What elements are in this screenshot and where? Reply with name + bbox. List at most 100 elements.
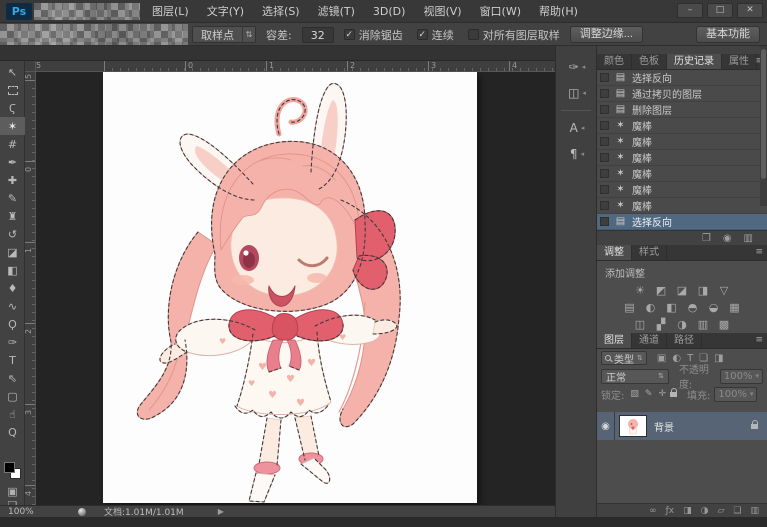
tool-button[interactable]: ◧	[0, 261, 25, 279]
menu-item[interactable]: 帮助(H)	[530, 0, 587, 23]
history-source-well[interactable]	[600, 89, 609, 98]
history-footer-button[interactable]: ❐	[702, 233, 711, 244]
history-state-row[interactable]: ✶ 魔棒	[597, 198, 767, 214]
layer-name[interactable]: 背景	[654, 419, 751, 434]
adjustment-button[interactable]: ◓	[686, 301, 700, 314]
lock-all-icon[interactable]	[669, 387, 677, 397]
brush-panel-button[interactable]: ✑ ◂	[556, 54, 598, 80]
tool-button[interactable]: ↺	[0, 225, 25, 243]
lock-option-button[interactable]: ▨	[630, 389, 639, 399]
clone-source-panel-button[interactable]: ◫ ◂	[556, 80, 598, 106]
history-source-well[interactable]	[600, 201, 609, 210]
panel-tab[interactable]: 属性	[722, 54, 757, 69]
history-footer-button[interactable]: ▥	[744, 233, 753, 244]
history-footer-button[interactable]: ◉	[723, 233, 732, 244]
history-state-row[interactable]: ▤ 选择反向	[597, 70, 767, 86]
tool-button[interactable]: ∿	[0, 297, 25, 315]
panel-menu-icon[interactable]: ≡	[755, 335, 763, 345]
window-control-button[interactable]: ✕	[737, 3, 763, 18]
foreground-color-swatch[interactable]	[4, 462, 15, 473]
sample-mode-dropdown[interactable]: 取样点 ⇅	[192, 26, 256, 43]
refine-edge-button[interactable]: 调整边缘...	[569, 26, 643, 43]
window-control-button[interactable]: –	[677, 3, 703, 18]
menu-item[interactable]: 图层(L)	[143, 0, 198, 23]
layers-footer-button[interactable]: ▥	[750, 506, 759, 516]
canvas-area[interactable]: 0 1 2 3 4 5 0 1 2 3 4 5	[25, 61, 555, 505]
panel-tab[interactable]: 历史记录	[667, 54, 722, 69]
menu-item[interactable]: 3D(D)	[364, 0, 415, 23]
option-checkbox[interactable]: 对所有图层取样	[467, 27, 560, 43]
checkbox-icon[interactable]	[416, 29, 428, 40]
menu-item[interactable]: 窗口(W)	[471, 0, 530, 23]
panel-tab[interactable]: 样式	[632, 245, 667, 260]
adjustment-button[interactable]: ◫	[633, 318, 647, 331]
layers-footer-button[interactable]: ▱	[717, 506, 724, 516]
layer-filter-dropdown[interactable]: 类型 ⇅	[601, 351, 647, 366]
layers-footer-button[interactable]: ∞	[649, 506, 657, 516]
history-state-row[interactable]: ✶ 魔棒	[597, 134, 767, 150]
adjustment-button[interactable]: ◒	[707, 301, 721, 314]
layers-footer-button[interactable]: ❑	[733, 506, 741, 516]
tool-button[interactable]: Q	[0, 423, 25, 441]
history-state-row[interactable]: ▤ 选择反向	[597, 214, 767, 230]
tool-button[interactable]: ▢	[0, 387, 25, 405]
tool-button[interactable]: ✎	[0, 189, 25, 207]
adjustment-button[interactable]: ◪	[675, 284, 689, 297]
menu-item[interactable]: 滤镜(T)	[309, 0, 364, 23]
tool-button[interactable]: ♦	[0, 279, 25, 297]
opacity-field[interactable]: 100% ▾	[719, 368, 763, 384]
background-layer-row[interactable]: ◉ 背景	[597, 412, 767, 440]
layers-footer-button[interactable]: ◑	[701, 506, 709, 516]
panel-menu-icon[interactable]: ≡	[755, 247, 763, 257]
scrollbar-thumb[interactable]	[761, 49, 766, 179]
panel-tab[interactable]: 调整	[597, 245, 632, 260]
tool-button[interactable]: ✶	[0, 117, 25, 135]
layers-footer-button[interactable]: ◨	[683, 506, 692, 516]
history-state-row[interactable]: ✶ 魔棒	[597, 118, 767, 134]
history-source-well[interactable]	[600, 217, 609, 226]
panel-tab[interactable]: 颜色	[597, 54, 632, 69]
panel-tab[interactable]: 图层	[597, 333, 632, 348]
layer-visibility-eye-icon[interactable]: ◉	[597, 412, 615, 440]
character-panel-button[interactable]: A ◂	[556, 115, 598, 141]
adjustment-button[interactable]: ▩	[717, 318, 731, 331]
document-canvas[interactable]: ♥ ♥ ♥ ♥ ♥ ♥ ♥ ♥	[103, 72, 477, 503]
lock-option-button[interactable]: ✎	[645, 389, 653, 399]
fill-field[interactable]: 100% ▾	[714, 386, 758, 402]
history-state-row[interactable]: ▤ 通过拷贝的图层	[597, 86, 767, 102]
history-source-well[interactable]	[600, 169, 609, 178]
status-menu-arrow-icon[interactable]: ▶	[218, 507, 224, 516]
tolerance-input[interactable]: 32	[301, 26, 334, 43]
menu-item[interactable]: 文字(Y)	[198, 0, 253, 23]
zoom-level-field[interactable]: 100%	[8, 507, 48, 517]
window-control-button[interactable]: □	[707, 3, 733, 18]
layers-footer-button[interactable]: ƒx	[666, 506, 675, 516]
history-state-row[interactable]: ✶ 魔棒	[597, 150, 767, 166]
menu-item[interactable]: 选择(S)	[253, 0, 309, 23]
history-source-well[interactable]	[600, 153, 609, 162]
adjustment-button[interactable]: ▥	[696, 318, 710, 331]
tool-button[interactable]	[0, 81, 25, 99]
menu-item[interactable]: 视图(V)	[414, 0, 470, 23]
adjustment-button[interactable]: ▦	[728, 301, 742, 314]
option-checkbox[interactable]: 消除锯齿	[343, 27, 403, 43]
tool-button[interactable]: ♜	[0, 207, 25, 225]
adjustment-button[interactable]: ◧	[665, 301, 679, 314]
history-scrollbar[interactable]	[760, 46, 767, 206]
adjustment-button[interactable]: ◩	[654, 284, 668, 297]
tool-button[interactable]: ✑	[0, 333, 25, 351]
checkbox-icon[interactable]	[343, 29, 355, 40]
adjustment-button[interactable]: ▤	[623, 301, 637, 314]
panel-tab[interactable]: 色板	[632, 54, 667, 69]
panel-tab[interactable]: 通道	[632, 333, 667, 348]
tool-button[interactable]: ⇖	[0, 369, 25, 387]
tool-button[interactable]: ✒	[0, 153, 25, 171]
history-state-row[interactable]: ✶ 魔棒	[597, 166, 767, 182]
adjustment-button[interactable]: ◑	[675, 318, 689, 331]
history-state-row[interactable]: ▤ 删除图层	[597, 102, 767, 118]
tool-button[interactable]: Ϛ	[0, 99, 25, 117]
lock-option-button[interactable]: ✛	[658, 389, 666, 399]
tool-button[interactable]: T	[0, 351, 25, 369]
tool-button[interactable]: #	[0, 135, 25, 153]
history-source-well[interactable]	[600, 73, 609, 82]
